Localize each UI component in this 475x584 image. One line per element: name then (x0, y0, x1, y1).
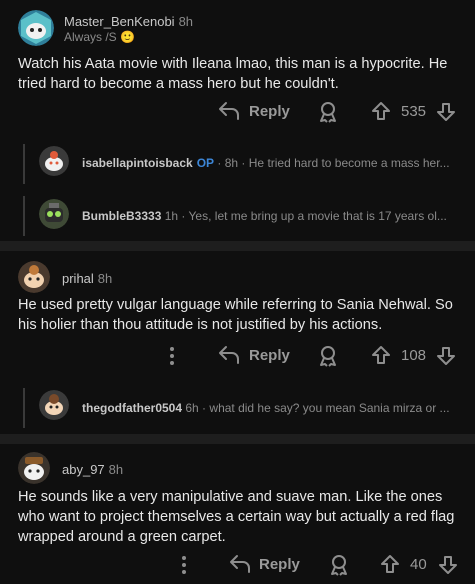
downvote-icon[interactable] (436, 102, 456, 127)
comment-body: He sounds like a very manipulative and s… (18, 489, 455, 545)
reply-button[interactable]: Reply (259, 556, 300, 573)
thread-line (23, 388, 25, 428)
thread-line (23, 196, 25, 236)
avatar[interactable] (39, 390, 69, 420)
comment-thread: prihal 8h He used pretty vulgar language … (0, 251, 475, 434)
comment-thread: Master_BenKenobi 8h Always /S 🙂 Watch his… (0, 0, 475, 241)
avatar[interactable] (18, 10, 54, 46)
comment-author[interactable]: Master_BenKenobi 8h (64, 14, 193, 29)
reply-snippet: He tried hard to become a mass her... (248, 156, 450, 170)
reply-preview: thegodfather0504 6h · what did he say? y… (82, 401, 462, 415)
vote-score: 40 (410, 556, 427, 573)
comment-actions: Reply 40 (0, 550, 475, 580)
comment-separator (0, 241, 475, 251)
username[interactable]: prihal (62, 271, 94, 286)
vote-score: 535 (401, 103, 427, 120)
reply-button[interactable]: Reply (249, 103, 290, 120)
downvote-icon[interactable] (438, 555, 458, 580)
username[interactable]: aby_97 (62, 462, 105, 477)
upvote-icon[interactable] (380, 554, 400, 579)
avatar[interactable] (18, 452, 50, 484)
reply-preview: isabellapintoisback OP · 8h · He tried ha… (82, 156, 462, 170)
collapsed-reply[interactable]: BumbleB3333 1h · Yes, let me bring up a … (0, 192, 475, 238)
more-icon[interactable] (180, 555, 188, 580)
downvote-icon[interactable] (436, 346, 456, 371)
more-icon[interactable] (168, 346, 176, 371)
vote-score: 108 (401, 347, 427, 364)
reply-arrow-icon[interactable] (217, 100, 241, 127)
avatar[interactable] (18, 261, 50, 293)
award-icon[interactable] (318, 345, 338, 372)
comment-thread: aby_97 8h He sounds like a very manipulat… (0, 444, 475, 584)
timestamp: · 8h · (217, 156, 246, 170)
comment-author[interactable]: aby_97 8h (62, 462, 123, 477)
collapsed-reply[interactable]: thegodfather0504 6h · what did he say? y… (0, 384, 475, 430)
comment-author[interactable]: prihal 8h (62, 271, 112, 286)
username[interactable]: Master_BenKenobi (64, 14, 175, 29)
op-badge: OP (196, 156, 215, 170)
timestamp: 1h · (164, 209, 186, 223)
reply-snippet: what did he say? you mean Sania mirza or… (209, 401, 450, 415)
timestamp: 8h (97, 271, 113, 286)
reply-arrow-icon[interactable] (217, 344, 241, 371)
timestamp: 6h · (185, 401, 207, 415)
reply-arrow-icon[interactable] (228, 553, 252, 580)
reply-preview: BumbleB3333 1h · Yes, let me bring up a … (82, 209, 462, 223)
avatar[interactable] (39, 146, 69, 176)
username[interactable]: thegodfather0504 (82, 401, 182, 415)
comment-actions: Reply 108 (0, 341, 475, 371)
avatar[interactable] (39, 199, 69, 229)
upvote-icon[interactable] (371, 345, 391, 370)
reply-button[interactable]: Reply (249, 347, 290, 364)
username[interactable]: isabellapintoisback (82, 156, 193, 170)
award-icon[interactable] (318, 101, 338, 128)
upvote-icon[interactable] (371, 101, 391, 126)
reply-snippet: Yes, let me bring up a movie that is 17 … (188, 209, 447, 223)
comment-actions: Reply 535 (0, 97, 475, 127)
award-icon[interactable] (329, 554, 349, 581)
comment-body: Watch his Aata movie with Ileana lmao, t… (18, 56, 448, 92)
thread-line (23, 144, 25, 184)
comment-body: He used pretty vulgar language while ref… (18, 297, 453, 333)
timestamp: 8h (178, 14, 194, 29)
user-flair: Always /S 🙂 (64, 30, 135, 44)
username[interactable]: BumbleB3333 (82, 209, 161, 223)
timestamp: 8h (108, 462, 124, 477)
comment-separator (0, 434, 475, 444)
collapsed-reply[interactable]: isabellapintoisback OP · 8h · He tried ha… (0, 140, 475, 186)
